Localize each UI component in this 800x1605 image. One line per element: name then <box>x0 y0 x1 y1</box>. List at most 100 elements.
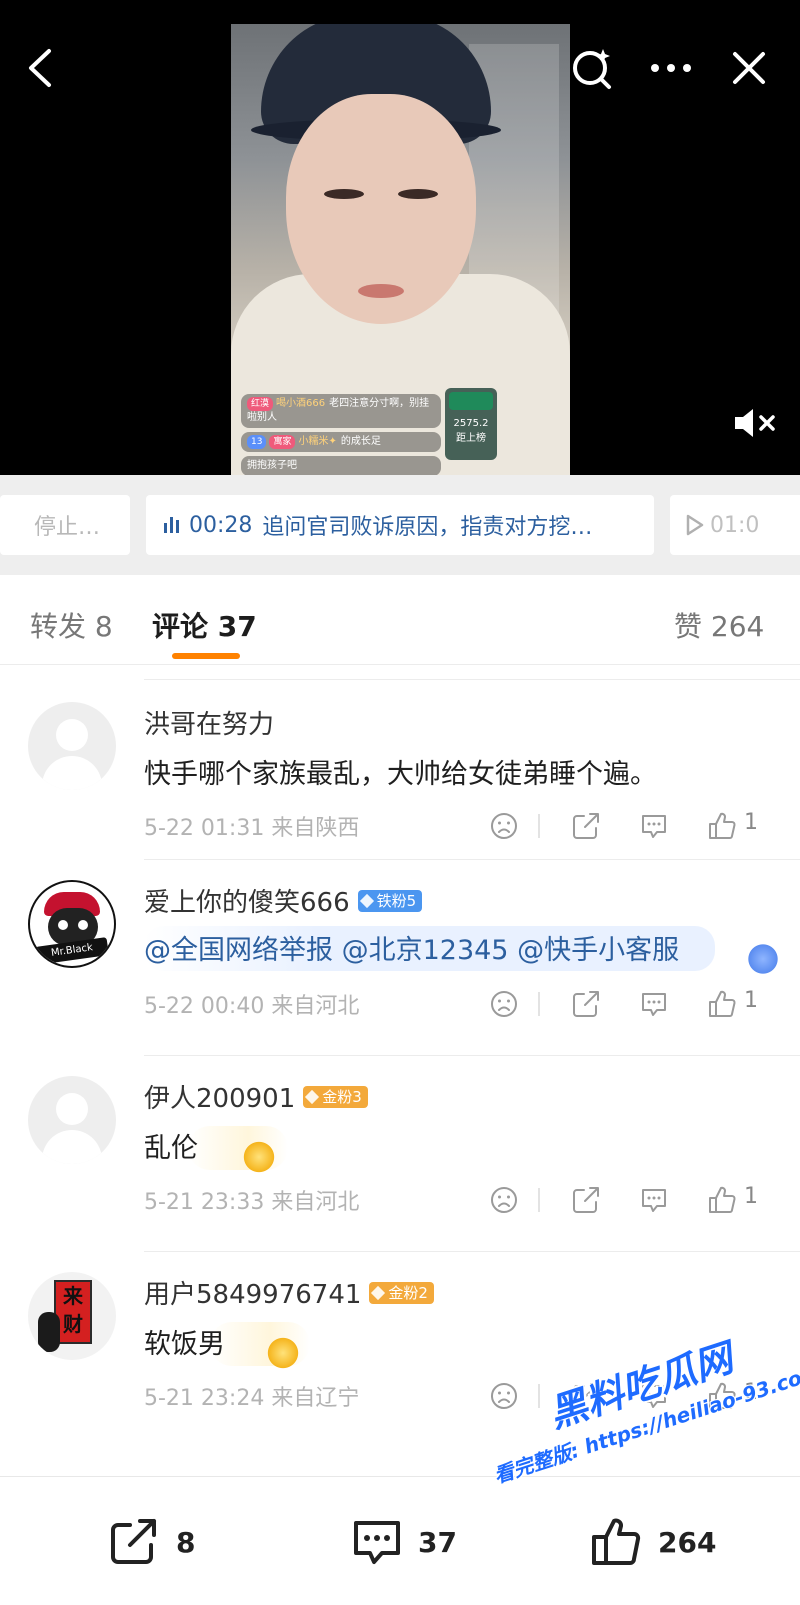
dislike-button[interactable] <box>484 1180 524 1220</box>
like-button[interactable] <box>702 984 742 1024</box>
thumbs-up-icon <box>592 1518 641 1565</box>
username[interactable]: 洪哥在努力 <box>144 704 274 741</box>
share-button[interactable] <box>566 984 606 1024</box>
mention-link[interactable]: @北京12345 <box>342 935 509 966</box>
comment-actions: 1 <box>484 1376 774 1416</box>
reply-button[interactable] <box>634 806 674 846</box>
comment-item: 伊人200901 金粉3 乱伦 5-21 23:33 来自河北 1 <box>0 1056 800 1252</box>
avatar[interactable] <box>28 702 116 790</box>
live-chat-badge: 寓家 <box>269 435 296 449</box>
fan-badge-label: 金粉3 <box>322 1087 362 1106</box>
repost-count: 8 <box>176 1525 196 1559</box>
chapter-strip: 停止… 00:28 追问官司败诉原因，指责对方挖… 01:0 <box>0 475 800 575</box>
comment-actions: 1 <box>484 984 774 1024</box>
divider <box>538 992 540 1016</box>
reply-button[interactable] <box>634 984 674 1024</box>
like-post-button[interactable]: 264 <box>590 1497 716 1587</box>
avatar[interactable]: Mr.Black <box>28 880 116 968</box>
mention-link[interactable]: @全国网络举报 <box>144 935 333 966</box>
fan-badge[interactable]: 金粉2 <box>369 1281 434 1304</box>
like-button[interactable] <box>702 1180 742 1220</box>
fan-badge-label: 金粉2 <box>388 1283 428 1302</box>
comment-bubble-icon <box>642 1385 666 1408</box>
back-button[interactable] <box>14 42 66 94</box>
frown-face-icon <box>491 991 517 1017</box>
live-chat-text: 的成长足 <box>340 436 381 447</box>
fan-badge[interactable]: 金粉3 <box>303 1085 368 1108</box>
share-button[interactable] <box>566 1376 606 1416</box>
default-avatar-head <box>56 719 88 751</box>
close-button[interactable] <box>723 42 775 94</box>
like-count: 1 <box>744 810 758 835</box>
chapter-current-title: 追问官司败诉原因，指责对方挖… <box>262 515 593 540</box>
streamer-face <box>286 94 476 324</box>
thumbs-up-icon <box>709 1186 736 1213</box>
mute-button[interactable] <box>730 398 780 448</box>
tab-comments[interactable]: 评论 37 <box>152 605 257 645</box>
share-button[interactable] <box>566 1180 606 1220</box>
comment-date: 5-21 23:24 <box>144 1386 265 1411</box>
chapter-chip-prev[interactable]: 停止… <box>0 495 130 555</box>
avatar[interactable]: 来财 <box>28 1272 116 1360</box>
more-dots-icon <box>651 64 691 72</box>
chapter-chip-next[interactable]: 01:0 <box>670 495 800 555</box>
comment-date: 5-22 00:40 <box>144 994 265 1019</box>
username[interactable]: 爱上你的傻笑666 <box>144 882 350 919</box>
comment-meta: 5-21 23:33 来自河北 <box>144 1184 359 1216</box>
dislike-button[interactable] <box>484 984 524 1024</box>
comment-list[interactable]: 洪哥在努力 快手哪个家族最乱，大帅给女徒弟睡个遍。 5-22 01:31 来自陕… <box>0 666 800 1476</box>
frown-face-icon <box>491 813 517 839</box>
reply-button[interactable] <box>634 1180 674 1220</box>
video-player[interactable]: 红漠 喝小酒666 老四注意分寸啊，别挂啦别人 13 寓家 小糯米✦ 的成长足 拥抱孩子吧… <box>0 0 800 475</box>
bottom-action-bar: 8 37 264 <box>0 1476 800 1605</box>
comment-text: 软饭男 <box>144 1329 225 1360</box>
smart-search-button[interactable] <box>566 42 618 94</box>
tab-repost[interactable]: 转发 8 <box>30 605 113 645</box>
dislike-button[interactable] <box>484 806 524 846</box>
avatar-logo-text: Mr.Black <box>35 937 109 965</box>
comment-bubble-icon <box>642 993 666 1016</box>
thumbs-up-icon <box>709 1382 736 1409</box>
previous-comment-cut-off <box>144 666 800 680</box>
like-count: 1 <box>744 1380 758 1405</box>
share-icon <box>573 1187 599 1213</box>
comment-bubble-icon <box>354 1521 400 1564</box>
tab-bar: 转发 8 评论 37 赞 264 <box>0 575 800 665</box>
like-count: 1 <box>744 1184 758 1209</box>
fan-badge[interactable]: 铁粉5 <box>357 889 423 912</box>
more-button[interactable] <box>645 42 697 94</box>
avatar[interactable] <box>28 1076 116 1164</box>
chevron-left-icon <box>29 49 51 87</box>
left-eye <box>324 189 364 199</box>
chapter-chip-current[interactable]: 00:28 追问官司败诉原因，指责对方挖… <box>146 495 654 555</box>
frown-face-icon <box>491 1187 517 1213</box>
comment-bubble-icon <box>642 1189 666 1212</box>
live-chat-name: 小糯米✦ <box>298 436 337 447</box>
tab-likes[interactable]: 赞 264 <box>674 605 764 645</box>
comment-header: 伊人200901 金粉3 <box>144 1078 368 1115</box>
comment-actions: 1 <box>484 806 774 846</box>
live-chat-text: 老四注意分寸啊，别挂啦别人 <box>247 398 430 423</box>
dislike-button[interactable] <box>484 1376 524 1416</box>
lips <box>358 284 404 298</box>
like-button[interactable] <box>702 806 742 846</box>
divider <box>538 1384 540 1408</box>
play-icon <box>686 514 704 536</box>
like-button[interactable] <box>702 1376 742 1416</box>
comment-date: 5-22 01:31 <box>144 816 265 841</box>
repost-button[interactable]: 8 <box>108 1497 195 1587</box>
reply-button[interactable] <box>634 1376 674 1416</box>
live-chat-overlay: 红漠 喝小酒666 老四注意分寸啊，别挂啦别人 13 寓家 小糯米✦ 的成长足 拥抱孩子吧 <box>241 394 441 475</box>
gold-sparkle-icon <box>242 1140 276 1174</box>
comment-actions: 1 <box>484 1180 774 1220</box>
mention-link[interactable]: @快手小客服 <box>517 935 679 966</box>
share-icon <box>111 1519 156 1564</box>
live-chat-badge: 13 <box>247 435 267 449</box>
comment-location: 来自陕西 <box>271 816 360 841</box>
comment-item: Mr.Black 爱上你的傻笑666 铁粉5 @全国网络举报 @北京12345 … <box>0 860 800 1056</box>
comment-header: 爱上你的傻笑666 铁粉5 <box>144 882 423 919</box>
username[interactable]: 伊人200901 <box>144 1078 295 1115</box>
username[interactable]: 用户5849976741 <box>144 1274 361 1311</box>
comment-button[interactable]: 37 <box>350 1497 457 1587</box>
share-button[interactable] <box>566 806 606 846</box>
